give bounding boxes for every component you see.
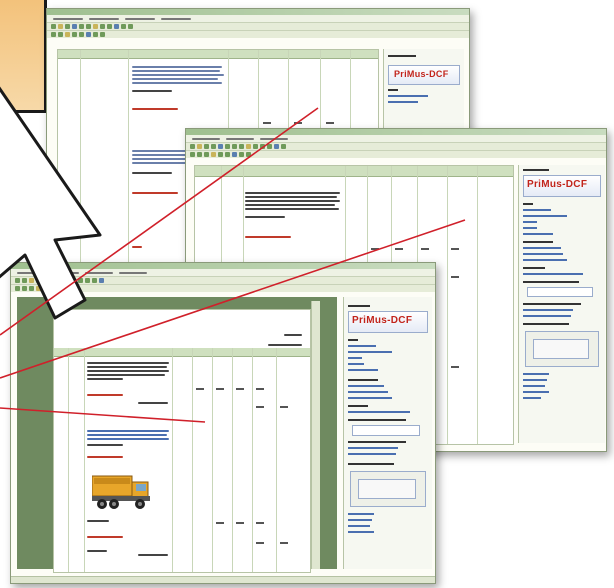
callout-line	[0, 407, 206, 423]
callout-overlay	[0, 86, 466, 423]
composite-screenshot-scene: PriMus-DCF PriMus-DCF PriMus-DCF	[0, 0, 614, 588]
mouse-cursor-icon	[0, 86, 102, 320]
